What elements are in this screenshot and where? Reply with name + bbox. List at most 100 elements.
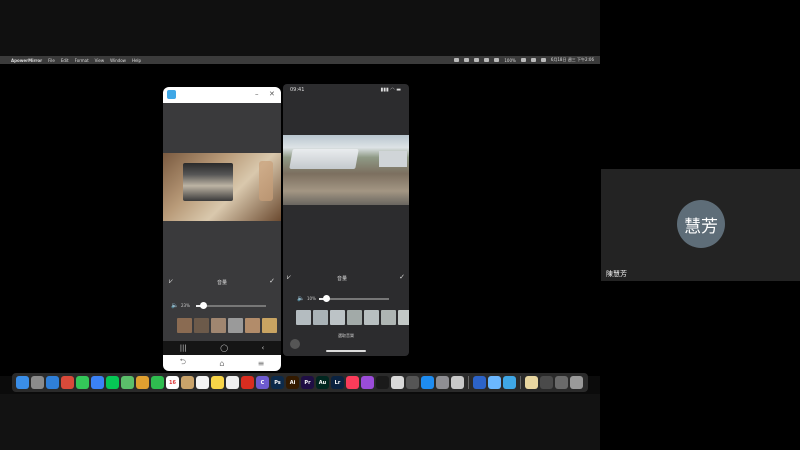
home-button[interactable]: ◯ <box>220 344 228 352</box>
clip-thumbnail[interactable] <box>262 318 277 333</box>
premiere-icon[interactable]: Pr <box>301 376 314 389</box>
facetime-icon[interactable] <box>151 376 164 389</box>
status-app-icon[interactable] <box>484 58 490 62</box>
finder-icon[interactable] <box>16 376 29 389</box>
back-button[interactable]: ‹ <box>261 344 264 352</box>
battery-icon[interactable] <box>520 58 526 62</box>
clip-thumbnail[interactable] <box>177 318 192 333</box>
android-screen: ⩗ 音量 ✓ 🔈 23% 選取音樂 <box>163 103 281 349</box>
appstore-icon[interactable] <box>421 376 434 389</box>
launchpad-icon[interactable] <box>31 376 44 389</box>
mac-dock: 16 C Ps Ai Pr Au Lr <box>12 373 588 392</box>
toolbar-title: 音量 <box>216 280 227 286</box>
canva-icon[interactable]: C <box>256 376 269 389</box>
volume-knob[interactable] <box>322 295 330 302</box>
menu-window[interactable]: Window <box>110 58 126 63</box>
home-icon[interactable]: ⌂ <box>219 359 224 368</box>
screen-top-area <box>0 0 600 56</box>
tv-icon[interactable] <box>376 376 389 389</box>
status-app-icon[interactable] <box>454 58 460 62</box>
volume-slider[interactable] <box>319 295 389 302</box>
line-icon[interactable] <box>106 376 119 389</box>
clip-thumbnail[interactable] <box>330 310 345 325</box>
clip-thumbnail[interactable] <box>398 310 409 325</box>
status-app-icon[interactable] <box>464 58 470 62</box>
clip-thumbnail[interactable] <box>313 310 328 325</box>
notes-icon[interactable] <box>211 376 224 389</box>
podcasts-icon[interactable] <box>361 376 374 389</box>
clip-thumbnail[interactable] <box>211 318 226 333</box>
wifi-icon[interactable] <box>530 58 536 62</box>
close-button[interactable]: ✕ <box>269 90 275 99</box>
dock-separator <box>520 376 521 389</box>
folder-icon[interactable] <box>525 376 538 389</box>
clip-thumbnail[interactable] <box>296 310 311 325</box>
clip-thumbnail[interactable] <box>364 310 379 325</box>
home-indicator[interactable] <box>326 350 366 352</box>
trash-icon[interactable] <box>570 376 583 389</box>
mac-menubar: ApowerMirror File Edit Format View Windo… <box>0 56 600 64</box>
menu-icon[interactable]: ≡ <box>258 359 265 368</box>
audition-icon[interactable]: Au <box>316 376 329 389</box>
volume-toolbar: ⩗ 音量 ✓ <box>163 277 281 291</box>
clip-thumbnail[interactable] <box>347 310 362 325</box>
calculator-icon[interactable] <box>406 376 419 389</box>
confirm-check-icon[interactable]: ✓ <box>399 273 405 281</box>
safari-icon[interactable] <box>46 376 59 389</box>
screen-record-icon[interactable] <box>540 376 553 389</box>
video-preview <box>283 135 409 205</box>
recent-apps-button[interactable]: ||| <box>180 344 187 352</box>
menu-edit[interactable]: Edit <box>61 58 69 63</box>
preview-icon[interactable] <box>451 376 464 389</box>
photos-icon[interactable] <box>136 376 149 389</box>
volume-toolbar: ⩗ 音量 ✓ <box>283 273 409 285</box>
app-name-menu[interactable]: ApowerMirror <box>11 58 42 63</box>
freeform-icon[interactable] <box>226 376 239 389</box>
clip-thumbnail[interactable] <box>381 310 396 325</box>
settings-icon[interactable] <box>436 376 449 389</box>
messages-icon[interactable] <box>76 376 89 389</box>
minimize-button[interactable]: – <box>255 90 259 99</box>
status-app-icon[interactable] <box>474 58 480 62</box>
music-icon[interactable] <box>346 376 359 389</box>
participant-tile[interactable]: 慧芳 陳慧芳 <box>601 169 800 281</box>
search-icon[interactable] <box>540 58 546 62</box>
apowermirror-icon[interactable] <box>503 376 516 389</box>
clip-thumbnail[interactable] <box>245 318 260 333</box>
select-music-label[interactable]: 選取音樂 <box>283 333 409 339</box>
battery-percent: 100% <box>504 57 516 63</box>
speaker-icon: 🔈 <box>171 302 179 309</box>
volume-slider-row: 🔈 10% <box>297 295 401 303</box>
clip-thumbnails <box>177 318 277 333</box>
illustrator-icon[interactable]: Ai <box>286 376 299 389</box>
grid-app-icon[interactable] <box>391 376 404 389</box>
contacts-icon[interactable] <box>181 376 194 389</box>
android-window-titlebar: – ✕ <box>163 87 281 103</box>
clip-thumbnail[interactable] <box>228 318 243 333</box>
assistive-touch-button[interactable] <box>290 339 300 349</box>
mail-icon[interactable] <box>91 376 104 389</box>
calendar-icon[interactable]: 16 <box>166 376 179 389</box>
status-app-icon[interactable] <box>494 58 500 62</box>
android-navbar: ||| ◯ ‹ <box>163 341 281 355</box>
window-icon[interactable] <box>555 376 568 389</box>
menu-format[interactable]: Format <box>75 58 89 63</box>
quicktime-icon[interactable] <box>473 376 486 389</box>
volume-slider[interactable] <box>196 302 266 309</box>
menu-help[interactable]: Help <box>132 58 141 63</box>
menu-file[interactable]: File <box>48 58 55 63</box>
lightroom-icon[interactable]: Lr <box>331 376 344 389</box>
menubar-status-area: 100% 6月18日 週三 下午2:06 <box>454 56 594 64</box>
acrobat-icon[interactable] <box>241 376 254 389</box>
reminders-icon[interactable] <box>196 376 209 389</box>
clip-thumbnail[interactable] <box>194 318 209 333</box>
menubar-clock[interactable]: 6月18日 週三 下午2:06 <box>551 57 594 63</box>
chrome-icon[interactable] <box>61 376 74 389</box>
back-icon[interactable]: ⮌ <box>180 356 186 370</box>
menu-view[interactable]: View <box>95 58 105 63</box>
screenshot-icon[interactable] <box>488 376 501 389</box>
confirm-check-icon[interactable]: ✓ <box>269 277 275 285</box>
volume-knob[interactable] <box>199 302 207 309</box>
maps-icon[interactable] <box>121 376 134 389</box>
photoshop-icon[interactable]: Ps <box>271 376 284 389</box>
